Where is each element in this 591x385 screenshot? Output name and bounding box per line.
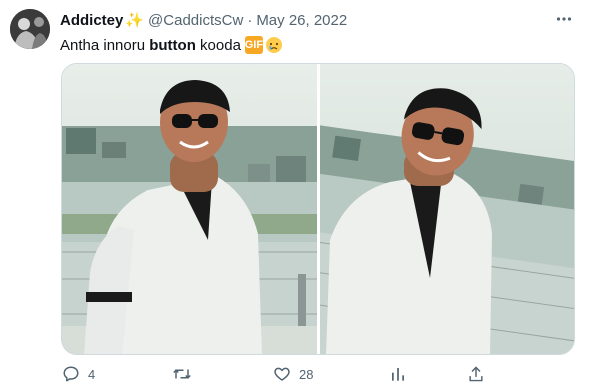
- photo-left-image: [62, 64, 317, 354]
- separator-dot: ·: [247, 11, 253, 29]
- analytics-icon: [392, 368, 404, 381]
- share-button[interactable]: [468, 362, 484, 385]
- user-handle[interactable]: @CaddictsCw: [148, 12, 243, 29]
- like-button[interactable]: 28: [273, 362, 313, 385]
- display-name[interactable]: Addictey: [60, 12, 123, 29]
- tweet-text: Antha innoru button kooda GIF: [60, 34, 283, 56]
- reply-icon: [63, 366, 79, 382]
- avatar[interactable]: [10, 9, 50, 49]
- tweet-date[interactable]: May 26, 2022: [256, 12, 347, 29]
- avatar-image: [10, 9, 50, 49]
- photo-right-image: [320, 64, 574, 354]
- gif-emoji-icon: GIF: [245, 36, 263, 54]
- tweet-text-part: Antha innoru: [60, 36, 150, 54]
- tweet-header: Addictey ✨ @CaddictsCw · May 26, 2022: [60, 10, 347, 30]
- media-grid[interactable]: [61, 63, 575, 355]
- photo-left[interactable]: [62, 64, 317, 354]
- retweet-icon: [173, 369, 191, 379]
- tweet-text-part: kooda: [195, 36, 241, 54]
- tweet-card[interactable]: Addictey ✨ @CaddictsCw · May 26, 2022 An…: [0, 0, 591, 385]
- views-button[interactable]: [390, 362, 414, 385]
- like-count: 28: [299, 366, 314, 382]
- reply-button[interactable]: 4: [62, 362, 95, 385]
- photo-right[interactable]: [320, 64, 574, 354]
- tweet-text-bold: button: [149, 36, 196, 54]
- more-horizontal-icon: [556, 17, 572, 21]
- reply-count: 4: [88, 366, 96, 382]
- more-options-button[interactable]: [553, 8, 575, 30]
- action-bar: 4 28: [60, 362, 490, 385]
- retweet-button[interactable]: [172, 362, 200, 385]
- heart-icon: [274, 367, 290, 381]
- crying-face-icon: [265, 37, 282, 53]
- share-icon: [469, 366, 483, 382]
- sparkle-icon: ✨: [125, 11, 145, 29]
